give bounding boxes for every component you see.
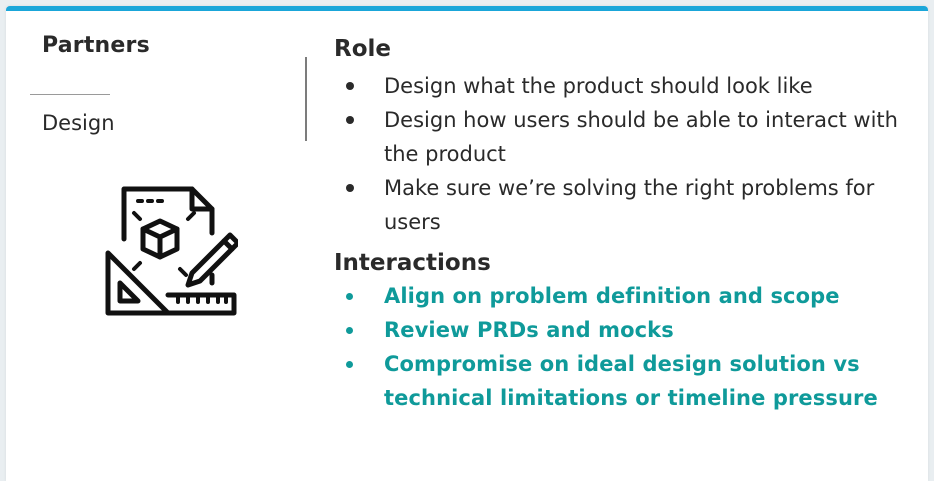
list-item: Design what the product should look like <box>334 69 914 103</box>
content-panel: Role Design what the product should look… <box>334 33 914 415</box>
slide-card: Partners Design Role Design what the pro… <box>6 6 928 481</box>
role-heading: Role <box>334 36 391 62</box>
partner-name: Design <box>42 111 115 135</box>
interactions-heading: Interactions <box>334 250 491 276</box>
bullet-icon <box>346 361 353 368</box>
bullet-icon <box>346 82 354 90</box>
bullet-icon <box>346 116 354 124</box>
list-item-text: Design how users should be able to inter… <box>384 108 898 166</box>
bullet-icon <box>346 327 353 334</box>
list-item: Make sure we’re solving the right proble… <box>334 171 914 239</box>
list-item-text: Make sure we’re solving the right proble… <box>384 176 875 234</box>
partners-panel: Partners Design <box>30 33 282 135</box>
list-item-text: Review PRDs and mocks <box>384 318 674 342</box>
interactions-list: Align on problem definition and scope Re… <box>334 279 914 415</box>
list-item: Compromise on ideal design solution vs t… <box>334 347 914 415</box>
list-item-text: Align on problem definition and scope <box>384 284 840 308</box>
list-item: Align on problem definition and scope <box>334 279 914 313</box>
list-item-text: Compromise on ideal design solution vs t… <box>384 352 878 410</box>
bullet-icon <box>346 293 353 300</box>
design-blueprint-icon <box>102 183 241 317</box>
bullet-icon <box>346 184 354 192</box>
partners-title: Partners <box>42 33 150 58</box>
vertical-divider <box>305 57 307 141</box>
list-item: Design how users should be able to inter… <box>334 103 914 171</box>
list-item-text: Design what the product should look like <box>384 74 813 98</box>
list-item: Review PRDs and mocks <box>334 313 914 347</box>
role-list: Design what the product should look like… <box>334 69 914 239</box>
partners-underline <box>30 94 110 95</box>
